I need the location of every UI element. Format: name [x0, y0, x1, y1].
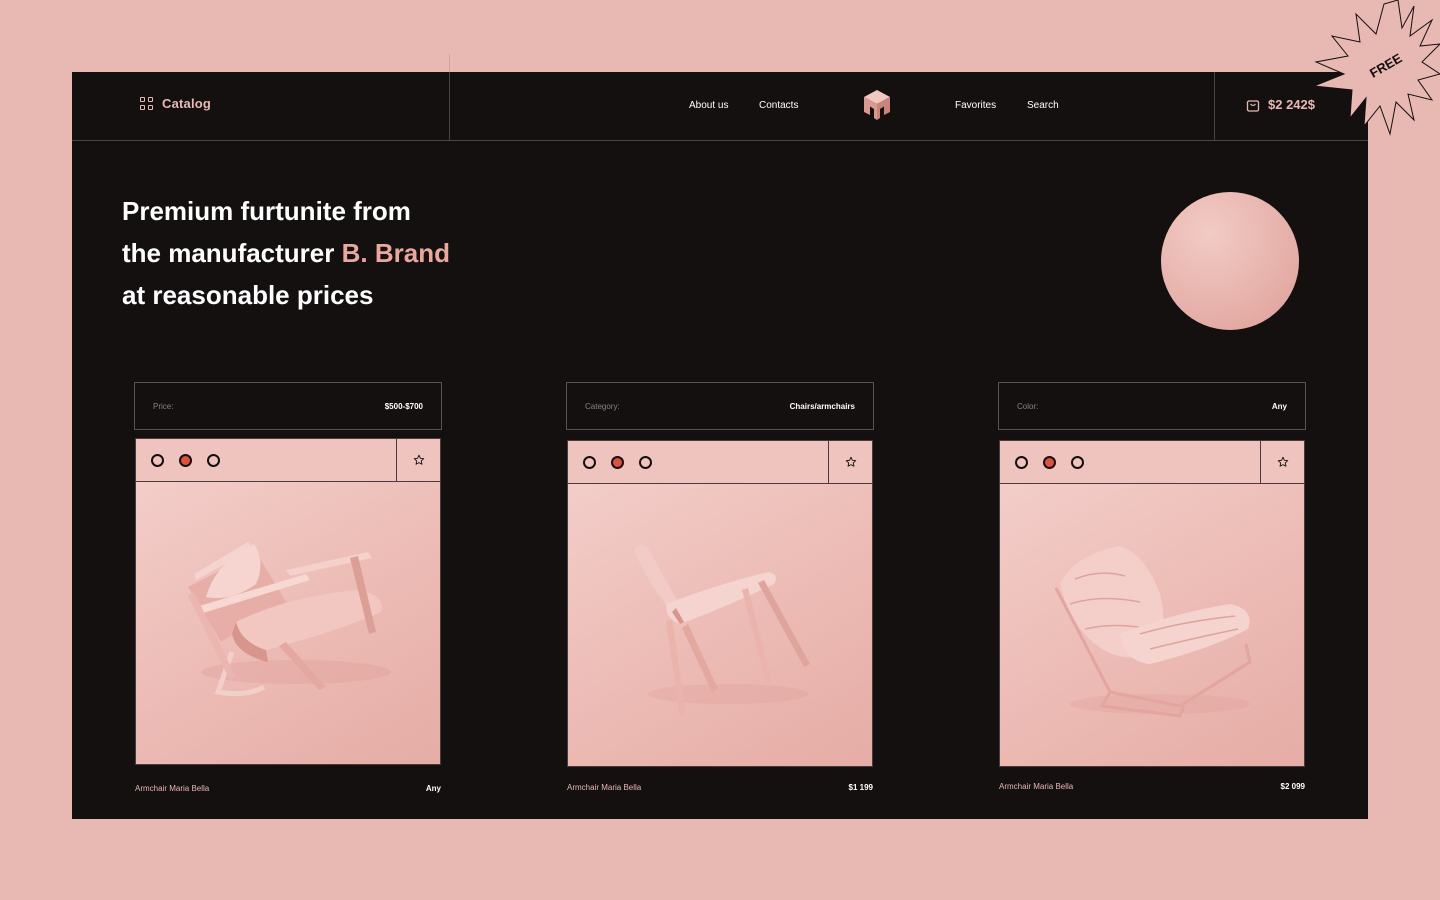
product-name[interactable]: Armchair Maria Bella: [999, 782, 1073, 791]
hero-line-2-prefix: the manufacturer: [122, 238, 335, 268]
card-toolbar: [136, 439, 440, 482]
favorite-button[interactable]: [829, 441, 872, 483]
cart-button[interactable]: $2 242$: [1246, 97, 1315, 112]
color-option-selected[interactable]: [179, 453, 192, 467]
header-divider: [1214, 72, 1215, 141]
nav-search[interactable]: Search: [1027, 100, 1059, 111]
hero-heading: Premium furtunite from the manufacturer …: [122, 190, 450, 316]
star-icon: [845, 456, 856, 467]
brand-logo-icon[interactable]: [861, 88, 893, 122]
product-price: $2 099: [1280, 782, 1305, 791]
filter-color[interactable]: Color: Any: [998, 382, 1306, 430]
filter-category[interactable]: Category: Chairs/armchairs: [566, 382, 874, 430]
card-toolbar: [1000, 441, 1304, 484]
header-divider: [449, 72, 450, 141]
color-option[interactable]: [1071, 455, 1084, 469]
favorite-button[interactable]: [397, 439, 440, 481]
catalog-label: Catalog: [162, 96, 212, 111]
color-option[interactable]: [583, 455, 596, 469]
product-name[interactable]: Armchair Maria Bella: [135, 784, 209, 793]
product-price: Any: [425, 784, 441, 793]
grid-icon: [140, 96, 154, 111]
star-icon: [1277, 456, 1288, 467]
color-option[interactable]: [1015, 455, 1028, 469]
color-option[interactable]: [207, 453, 220, 467]
product-card[interactable]: [999, 440, 1305, 767]
product-card[interactable]: [135, 438, 441, 765]
nav-about-us[interactable]: About us: [689, 100, 728, 111]
color-options: [568, 441, 829, 483]
header-divider-extension: [449, 54, 450, 72]
brand-name: B. Brand: [341, 238, 450, 268]
color-option[interactable]: [151, 453, 164, 467]
star-icon: [413, 454, 424, 465]
hero-line-3: at reasonable prices: [122, 280, 374, 310]
product-image[interactable]: [1000, 484, 1304, 766]
filter-price[interactable]: Price: $500-$700: [134, 382, 442, 430]
product-name[interactable]: Armchair Maria Bella: [567, 783, 641, 792]
filter-label: Price:: [153, 401, 174, 411]
header: Catalog About us Contacts Favorites Sear…: [72, 72, 1368, 141]
armchair-image: [188, 542, 391, 697]
product-card[interactable]: [567, 440, 873, 767]
product-price: $1 199: [848, 783, 873, 792]
filter-label: Color:: [1017, 401, 1039, 411]
main-panel: Catalog About us Contacts Favorites Sear…: [72, 72, 1368, 819]
decorative-circle: [1161, 192, 1299, 330]
catalog-button[interactable]: Catalog: [140, 96, 211, 111]
filter-value: $500-$700: [384, 401, 423, 411]
product-image[interactable]: [136, 482, 440, 764]
color-option-selected[interactable]: [1043, 455, 1056, 469]
favorite-button[interactable]: [1261, 441, 1304, 483]
filter-value: Chairs/armchairs: [789, 401, 855, 411]
color-option-selected[interactable]: [611, 455, 624, 469]
hero-line-2: the manufacturer B. Brand: [122, 232, 450, 274]
free-badge[interactable]: FREE: [1310, 0, 1440, 140]
color-option[interactable]: [639, 455, 652, 469]
chair-image: [634, 545, 810, 716]
product-image[interactable]: [568, 484, 872, 766]
nav-contacts[interactable]: Contacts: [759, 100, 798, 111]
nav-favorites[interactable]: Favorites: [955, 100, 996, 111]
color-options: [1000, 441, 1261, 483]
color-options: [136, 439, 397, 481]
filter-value: Any: [1271, 401, 1287, 411]
lounge-chair-image: [1054, 546, 1252, 718]
shopping-bag-icon: [1246, 99, 1260, 112]
hero-line-1: Premium furtunite from: [122, 196, 411, 226]
card-toolbar: [568, 441, 872, 484]
cart-total: $2 242$: [1268, 97, 1315, 112]
filter-label: Category:: [585, 401, 620, 411]
